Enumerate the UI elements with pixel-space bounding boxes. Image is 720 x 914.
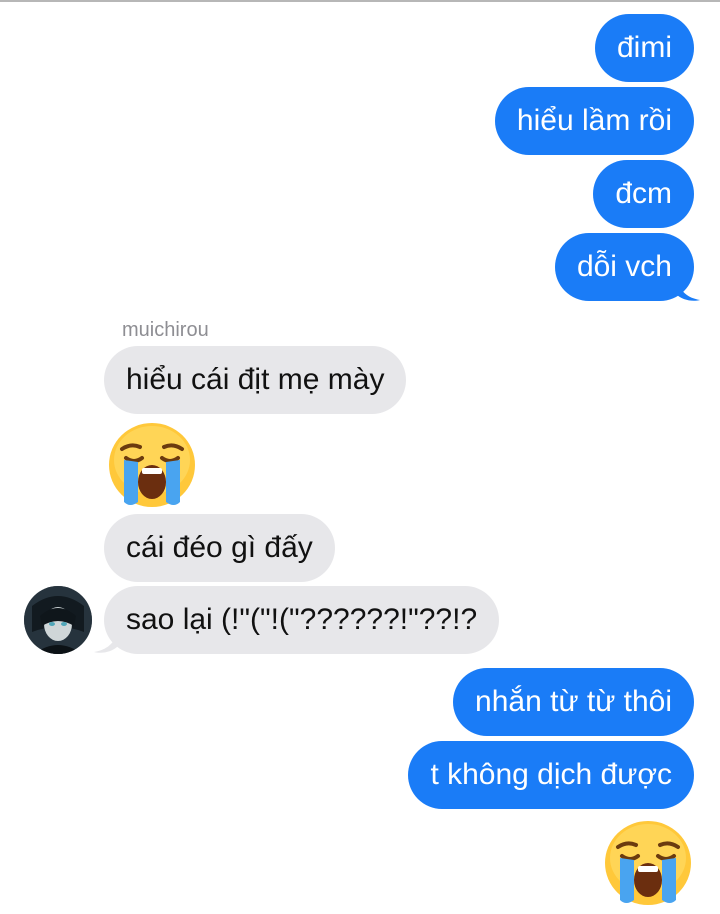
incoming-message[interactable]: sao lại (!"("!("??????!"??!? [104, 586, 500, 654]
incoming-message[interactable]: cái đéo gì đấy [104, 514, 335, 582]
avatar[interactable] [24, 586, 92, 654]
avatar-image [24, 586, 92, 654]
outgoing-message[interactable]: đcm [593, 160, 694, 228]
crying-face-icon[interactable] [602, 818, 694, 908]
outgoing-message[interactable]: dỗi vch [554, 233, 694, 301]
incoming-message[interactable]: hiểu cái địt mẹ mày [104, 346, 407, 414]
bubble-tail-outgoing [676, 278, 700, 301]
top-divider [0, 0, 720, 2]
outgoing-message[interactable]: đimi [594, 14, 694, 82]
outgoing-message[interactable]: nhắn từ từ thôi [453, 668, 694, 736]
outgoing-message[interactable]: t không dịch được [408, 741, 694, 809]
sender-name: muichirou [122, 319, 209, 341]
outgoing-message[interactable]: hiểu lầm rồi [494, 87, 694, 155]
bubble-tail-incoming [94, 632, 118, 653]
crying-face-icon[interactable] [106, 420, 198, 510]
